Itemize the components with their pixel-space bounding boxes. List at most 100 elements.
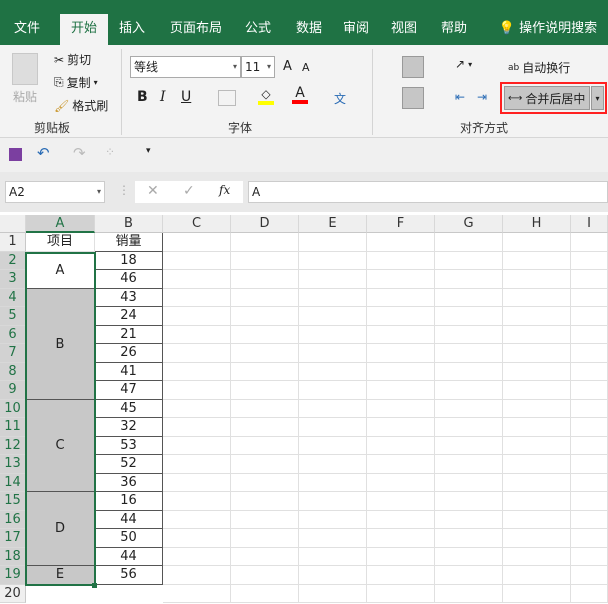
cell[interactable]: [163, 436, 231, 455]
cell[interactable]: [299, 344, 367, 363]
tab-0[interactable]: 文件: [6, 14, 48, 45]
sales-cell[interactable]: 47: [95, 381, 163, 400]
cell[interactable]: [231, 288, 299, 307]
sales-cell[interactable]: 41: [95, 362, 163, 381]
cell[interactable]: [163, 307, 231, 326]
cell[interactable]: [367, 325, 435, 344]
phonetic-button[interactable]: 文: [334, 90, 346, 107]
row-header-7[interactable]: 7: [0, 344, 26, 363]
cell[interactable]: [571, 529, 608, 548]
cell[interactable]: [367, 307, 435, 326]
cell[interactable]: [503, 547, 571, 566]
sales-cell[interactable]: 21: [95, 325, 163, 344]
cell[interactable]: [163, 584, 231, 603]
cell[interactable]: [571, 325, 608, 344]
row-header-8[interactable]: 8: [0, 362, 26, 381]
cell[interactable]: [231, 344, 299, 363]
column-header-G[interactable]: G: [435, 215, 503, 233]
enter-icon[interactable]: ✓: [183, 183, 195, 199]
cell[interactable]: [299, 547, 367, 566]
cell[interactable]: [163, 251, 231, 270]
cell[interactable]: [503, 362, 571, 381]
shrink-font-button[interactable]: A: [302, 61, 310, 74]
cell[interactable]: [571, 566, 608, 585]
sales-cell[interactable]: 46: [95, 270, 163, 289]
cell[interactable]: [231, 270, 299, 289]
cell[interactable]: [231, 547, 299, 566]
row-header-2[interactable]: 2: [0, 251, 26, 270]
cell[interactable]: [503, 399, 571, 418]
merge-center-button[interactable]: ⟷ 合并后居中: [504, 86, 590, 110]
cell[interactable]: [163, 381, 231, 400]
cell[interactable]: [435, 251, 503, 270]
cell[interactable]: [299, 529, 367, 548]
cell[interactable]: [299, 566, 367, 585]
decrease-indent-button[interactable]: ⇤: [455, 90, 465, 104]
cell[interactable]: [435, 529, 503, 548]
bold-button[interactable]: B: [137, 89, 148, 105]
formula-input[interactable]: A: [248, 181, 608, 203]
cancel-icon[interactable]: ✕: [147, 183, 159, 199]
grow-font-button[interactable]: A: [283, 59, 292, 74]
merge-dropdown-button[interactable]: ▾: [591, 86, 604, 110]
cell[interactable]: [435, 344, 503, 363]
column-header-H[interactable]: H: [503, 215, 571, 233]
cell[interactable]: [503, 344, 571, 363]
cell[interactable]: [367, 455, 435, 474]
cell[interactable]: [435, 325, 503, 344]
cell[interactable]: [299, 455, 367, 474]
orientation-button[interactable]: ↗ ▾: [455, 57, 472, 71]
sales-cell[interactable]: 44: [95, 547, 163, 566]
row-header-14[interactable]: 14: [0, 473, 26, 492]
fill-color-button[interactable]: ◇: [258, 87, 274, 105]
cell[interactable]: [503, 418, 571, 437]
cell[interactable]: [571, 473, 608, 492]
cell[interactable]: [571, 233, 608, 252]
cell[interactable]: [231, 325, 299, 344]
cell[interactable]: [299, 362, 367, 381]
touch-mode-icon[interactable]: ⁘: [105, 145, 115, 159]
cell[interactable]: [571, 288, 608, 307]
column-header-F[interactable]: F: [367, 215, 435, 233]
name-box[interactable]: A2 ▾: [5, 181, 105, 203]
row-header-19[interactable]: 19: [0, 566, 26, 585]
cell[interactable]: [231, 362, 299, 381]
cell[interactable]: [163, 566, 231, 585]
cell[interactable]: [231, 251, 299, 270]
font-color-button[interactable]: A: [292, 86, 308, 104]
row-header-12[interactable]: 12: [0, 436, 26, 455]
tab-8[interactable]: 帮助: [432, 14, 476, 45]
italic-button[interactable]: I: [160, 89, 166, 105]
cell[interactable]: [503, 566, 571, 585]
cell[interactable]: [435, 418, 503, 437]
sales-cell[interactable]: 16: [95, 492, 163, 511]
row-header-10[interactable]: 10: [0, 399, 26, 418]
cell[interactable]: [299, 436, 367, 455]
tell-me-search[interactable]: 💡 操作说明搜索: [492, 14, 604, 45]
cell[interactable]: [503, 492, 571, 511]
row-header-15[interactable]: 15: [0, 492, 26, 511]
cell[interactable]: [231, 510, 299, 529]
sales-cell[interactable]: 52: [95, 455, 163, 474]
cell[interactable]: [571, 584, 608, 603]
column-header-C[interactable]: C: [163, 215, 231, 233]
font-size-combo[interactable]: 11 ▾: [241, 56, 275, 78]
fill-handle[interactable]: [92, 582, 97, 588]
column-header-D[interactable]: D: [231, 215, 299, 233]
row-header-6[interactable]: 6: [0, 325, 26, 344]
cell[interactable]: [163, 455, 231, 474]
cell[interactable]: [231, 566, 299, 585]
center-align-button[interactable]: [402, 87, 424, 109]
row-header-11[interactable]: 11: [0, 418, 26, 437]
sales-cell[interactable]: 18: [95, 251, 163, 270]
cell[interactable]: [163, 492, 231, 511]
increase-indent-button[interactable]: ⇥: [477, 90, 487, 104]
cell[interactable]: [367, 288, 435, 307]
sales-cell[interactable]: 56: [95, 566, 163, 585]
sales-cell[interactable]: 26: [95, 344, 163, 363]
redo-icon[interactable]: ↷: [73, 144, 86, 162]
cell[interactable]: [571, 418, 608, 437]
save-icon[interactable]: [9, 148, 22, 161]
cell[interactable]: [571, 307, 608, 326]
cell[interactable]: [435, 455, 503, 474]
